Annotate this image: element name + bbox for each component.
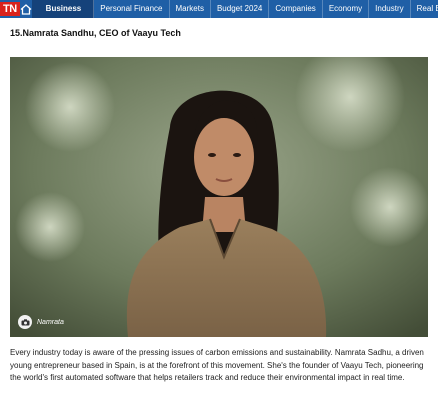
image-caption-text: Namrata [37,318,64,326]
article-body: Every industry today is aware of the pre… [10,348,424,382]
nav-item-personal-finance[interactable]: Personal Finance [94,0,170,18]
home-icon[interactable] [20,0,32,18]
article-heading: 15.Namrata Sandhu, CEO of Vaayu Tech [10,28,181,38]
nav-item-industry[interactable]: Industry [369,0,411,18]
image-caption: Namrata [18,315,64,329]
top-navigation-bar: TN Business Personal Finance Markets Bud… [0,0,438,18]
nav-item-economy[interactable]: Economy [323,0,370,18]
article-image: Namrata [10,57,428,337]
site-logo[interactable]: TN [0,0,20,18]
nav-item-markets[interactable]: Markets [170,0,211,18]
logo-text: TN [0,2,20,16]
nav-item-budget-2024[interactable]: Budget 2024 [211,0,270,18]
nav-item-real-estate[interactable]: Real Estate [411,0,438,18]
portrait-illustration [10,57,428,337]
camera-icon [18,315,32,329]
nav-item-companies[interactable]: Companies [269,0,323,18]
nav-item-business[interactable]: Business [31,0,95,18]
